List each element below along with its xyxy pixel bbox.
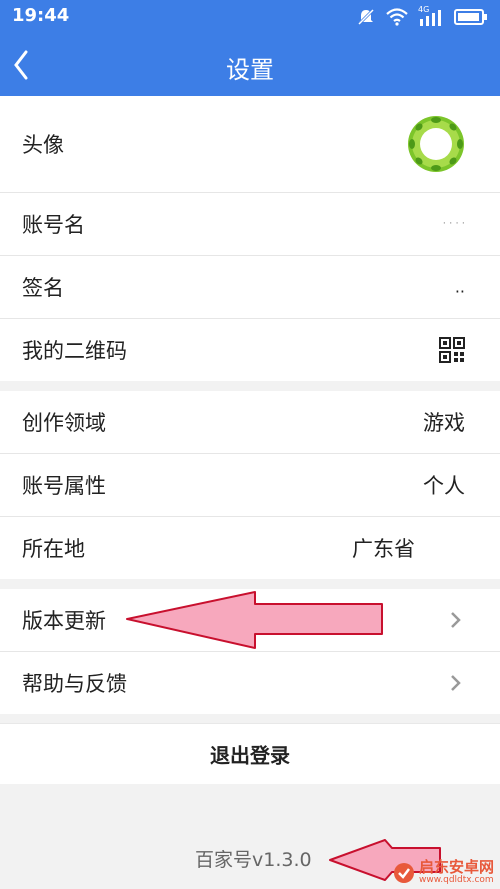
watermark-logo-icon xyxy=(393,862,414,883)
battery-icon xyxy=(454,9,487,25)
creative-field-value: 游戏 xyxy=(423,411,465,435)
account-name-value: · · · · xyxy=(442,218,465,230)
version-update-row[interactable]: 版本更新 xyxy=(0,589,500,652)
signature-value: .. xyxy=(454,277,465,297)
navigation-bar: 设置 xyxy=(0,34,500,96)
qr-code-label: 我的二维码 xyxy=(22,339,127,363)
watermark: 启东安卓网 www.qdldtx.com xyxy=(393,860,494,885)
watermark-url: www.qdldtx.com xyxy=(418,875,494,885)
account-type-row[interactable]: 账号属性 个人 xyxy=(0,454,500,517)
version-update-label: 版本更新 xyxy=(22,609,106,633)
mute-notification-icon xyxy=(357,8,375,26)
watermark-text: 启东安卓网 xyxy=(418,858,494,876)
avatar-label: 头像 xyxy=(22,133,64,157)
help-feedback-row[interactable]: 帮助与反馈 xyxy=(0,652,500,714)
chevron-right-icon xyxy=(451,612,461,628)
account-type-label: 账号属性 xyxy=(22,474,106,498)
qr-code-row[interactable]: 我的二维码 xyxy=(0,319,500,381)
avatar-row[interactable]: 头像 xyxy=(0,96,500,193)
help-feedback-label: 帮助与反馈 xyxy=(22,672,127,696)
app-version: 百家号v1.3.0 xyxy=(195,849,312,871)
header: 19:44 4G 设置 xyxy=(0,0,500,96)
status-icons: 4G xyxy=(356,5,488,29)
avatar xyxy=(408,116,464,172)
creative-field-label: 创作领域 xyxy=(22,411,106,435)
wifi-icon xyxy=(386,8,408,26)
creative-field-row[interactable]: 创作领域 游戏 xyxy=(0,391,500,454)
qr-code-icon xyxy=(439,337,465,363)
account-info-group: 创作领域 游戏 账号属性 个人 所在地 广东省 xyxy=(0,391,500,579)
signature-label: 签名 xyxy=(22,276,64,300)
status-time: 19:44 xyxy=(12,5,70,26)
cellular-signal-icon: 4G xyxy=(418,5,444,27)
support-group: 版本更新 帮助与反馈 xyxy=(0,589,500,714)
page-title: 设置 xyxy=(226,56,274,84)
signature-row[interactable]: 签名 .. xyxy=(0,256,500,319)
status-bar: 19:44 4G xyxy=(0,0,500,34)
profile-settings-group: 头像 账号名 · · · · 签名 .. 我的二维码 xyxy=(0,96,500,381)
account-name-row[interactable]: 账号名 · · · · xyxy=(0,193,500,256)
account-name-label: 账号名 xyxy=(22,213,85,237)
chevron-right-icon xyxy=(451,675,461,691)
logout-label: 退出登录 xyxy=(210,743,290,768)
location-value: 广东省 xyxy=(352,537,415,561)
location-label: 所在地 xyxy=(22,537,85,561)
location-row[interactable]: 所在地 广东省 xyxy=(0,517,500,579)
account-type-value: 个人 xyxy=(423,474,465,498)
logout-button[interactable]: 退出登录 xyxy=(0,723,500,784)
